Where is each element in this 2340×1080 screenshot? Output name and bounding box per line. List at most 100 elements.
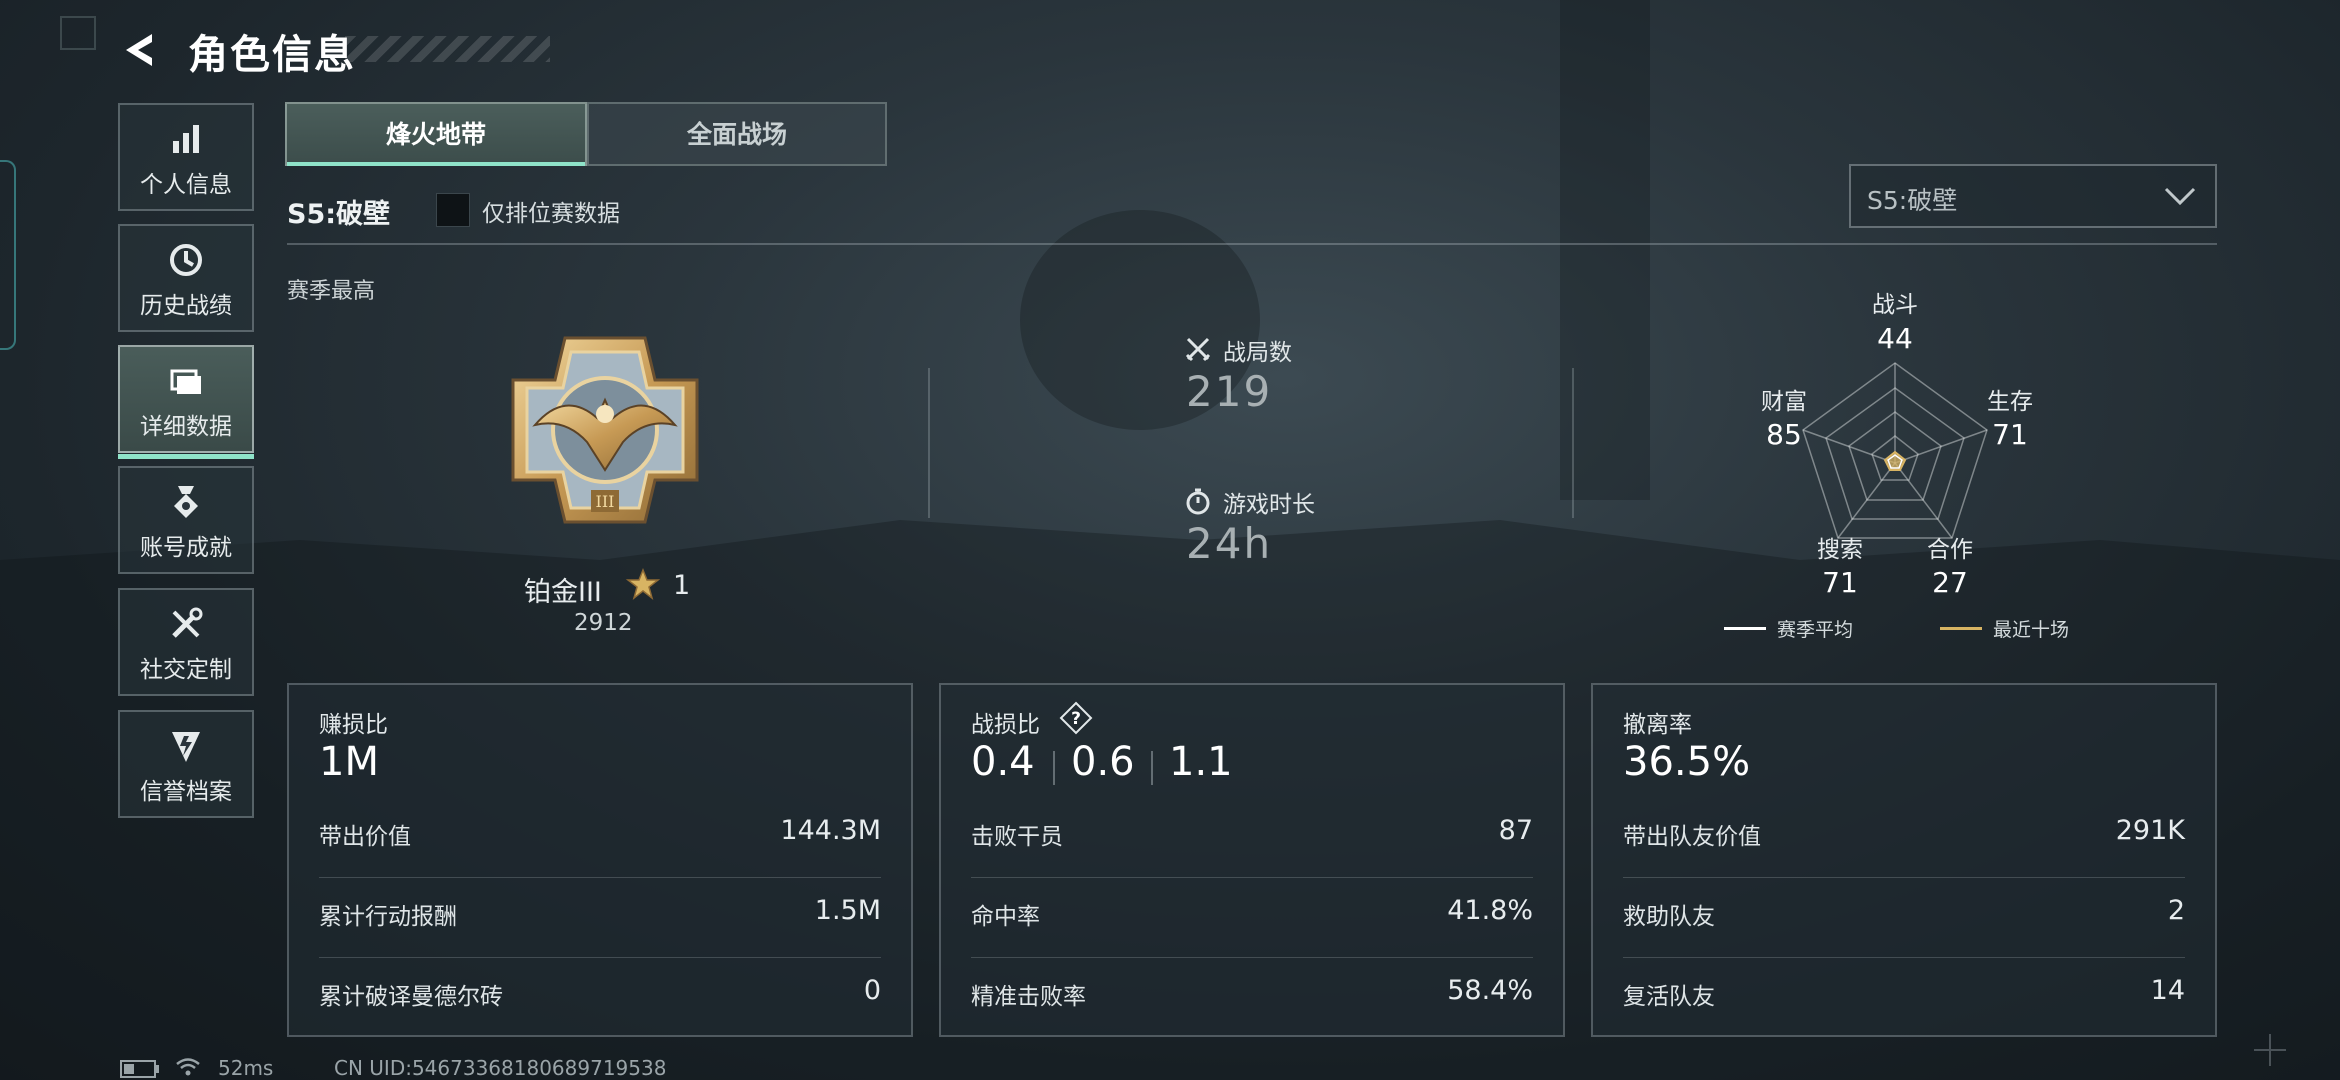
ping-readout: 52ms	[218, 1056, 274, 1080]
sidebar-item-label: 个人信息	[140, 172, 232, 198]
divider	[1572, 368, 1574, 518]
legend-swatch-recent-ten	[1940, 627, 1982, 630]
row-value: 1.5M	[814, 895, 881, 926]
stat-row: 累计破译曼德尔砖 0	[319, 955, 881, 1035]
sidebar-item-label: 信誉档案	[140, 779, 232, 805]
row-label: 救助队友	[1623, 904, 1715, 930]
question-icon[interactable]: ?	[1059, 701, 1093, 735]
shield-bolt-icon	[172, 732, 200, 762]
row-label: 精准击败率	[971, 984, 1086, 1010]
playtime-label: 游戏时长	[1223, 492, 1315, 518]
edge-handle[interactable]	[0, 160, 16, 350]
crossed-swords-icon	[1185, 337, 1211, 362]
user-uid: CN UID:5467336818068971953​8	[334, 1056, 667, 1080]
rank-name: 铂金III	[524, 577, 602, 608]
star-icon	[625, 567, 661, 600]
card-profit-ratio: 赚损比 1M 带出价值 144.3M 累计行动报酬 1.5M 累计破译曼德尔砖 …	[287, 683, 913, 1037]
radar-value-wealth: 85	[1766, 418, 1802, 451]
wifi-icon	[176, 1058, 200, 1076]
section-label: 赛季最高	[287, 279, 376, 304]
row-value: 14	[2150, 975, 2185, 1006]
divider	[287, 243, 2217, 245]
value-separator	[1151, 751, 1153, 785]
radar-label-search: 搜索	[1817, 537, 1863, 563]
medal-icon	[174, 486, 198, 518]
card-big-value: 36.5%	[1623, 739, 1751, 785]
card-title: 撤离率	[1623, 712, 1692, 738]
radar-value-search: 71	[1822, 566, 1858, 599]
bar-chart-icon	[173, 125, 199, 153]
row-label: 复活队友	[1623, 984, 1715, 1010]
folder-icon	[170, 369, 201, 394]
radar-label-wealth: 财富	[1761, 389, 1807, 415]
sidebar-item-label: 详细数据	[140, 414, 232, 440]
title-decoration	[345, 36, 550, 62]
sidebar-item-achievements[interactable]: 账号成就	[118, 466, 254, 574]
row-label: 命中率	[971, 904, 1040, 930]
row-value: 41.8%	[1447, 895, 1533, 926]
row-value: 144.3M	[780, 815, 881, 846]
row-value: 0	[863, 975, 881, 1006]
row-value: 58.4%	[1447, 975, 1533, 1006]
divider	[928, 368, 930, 518]
sidebar-item-reputation[interactable]: 信誉档案	[118, 710, 254, 818]
row-value: 291K	[2115, 815, 2185, 846]
ranked-only-checkbox[interactable]	[436, 193, 470, 227]
kd-value-2: 0.6	[1071, 739, 1135, 785]
svg-text:?: ?	[1071, 709, 1081, 729]
stat-row: 累计行动报酬 1.5M	[319, 875, 881, 955]
tab-conflict-zone[interactable]: 烽火地带	[285, 102, 587, 166]
matches-label: 战局数	[1223, 340, 1292, 366]
legend-recent-ten: 最近十场	[1993, 619, 2070, 641]
row-label: 带出队友价值	[1623, 824, 1761, 850]
row-label: 击败干员	[971, 824, 1063, 850]
tab-full-battlefield[interactable]: 全面战场	[587, 102, 887, 166]
star-count: 1	[673, 570, 691, 601]
radar-label-combat: 战斗	[1872, 292, 1918, 318]
legend-season-avg: 赛季平均	[1777, 619, 1854, 641]
row-label: 累计行动报酬	[319, 904, 457, 930]
stat-row: 精准击败率 58.4%	[971, 955, 1533, 1035]
stat-row: 救助队友 2	[1623, 875, 2185, 955]
sidebar-item-label: 历史战绩	[140, 293, 232, 319]
sidebar-item-social[interactable]: 社交定制	[118, 588, 254, 696]
plus-icon	[2254, 1034, 2286, 1066]
value-separator	[1053, 751, 1055, 785]
season-select[interactable]: S5:破壁	[1849, 164, 2217, 228]
sidebar-item-label: 社交定制	[140, 657, 232, 683]
season-select-value: S5:破壁	[1867, 186, 1958, 215]
corner-decoration	[60, 16, 96, 50]
battery-icon	[120, 1060, 159, 1078]
row-label: 累计破译曼德尔砖	[319, 984, 503, 1010]
card-title: 赚损比	[319, 712, 388, 738]
row-value: 87	[1498, 815, 1533, 846]
back-arrow-icon[interactable]	[118, 28, 162, 72]
matches-value: 219	[1186, 367, 1273, 416]
kd-value-1: 0.4	[971, 739, 1035, 785]
season-label: S5:破壁	[287, 199, 391, 230]
sidebar-item-profile[interactable]: 个人信息	[118, 103, 254, 211]
stat-row: 命中率 41.8%	[971, 875, 1533, 955]
row-value: 2	[2167, 895, 2185, 926]
card-extraction-rate: 撤离率 36.5% 带出队友价值 291K 救助队友 2 复活队友 14	[1591, 683, 2217, 1037]
stat-row: 带出价值 144.3M	[319, 795, 881, 875]
legend-swatch-season-avg	[1724, 627, 1766, 630]
row-label: 带出价值	[319, 824, 411, 850]
rank-score: 2912	[574, 610, 633, 636]
sidebar-item-history[interactable]: 历史战绩	[118, 224, 254, 332]
radar-label-cooperation: 合作	[1927, 537, 1973, 563]
radar-value-cooperation: 27	[1932, 566, 1968, 599]
chevron-down-icon	[2164, 187, 2196, 206]
stat-row: 带出队友价值 291K	[1623, 795, 2185, 875]
sidebar-item-label: 账号成就	[140, 535, 232, 561]
radar-value-survival: 71	[1992, 418, 2028, 451]
card-title: 战损比	[971, 712, 1040, 738]
radar-value-combat: 44	[1877, 322, 1913, 355]
stopwatch-icon	[1186, 488, 1210, 515]
kd-value-3: 1.1	[1169, 739, 1233, 785]
ranked-only-label[interactable]: 仅排位赛数据	[482, 194, 620, 228]
playtime-value: 24h	[1186, 519, 1273, 568]
page-title: 角色信息	[188, 32, 356, 78]
sidebar-item-details[interactable]: 详细数据	[118, 345, 254, 459]
tools-icon	[172, 607, 203, 638]
